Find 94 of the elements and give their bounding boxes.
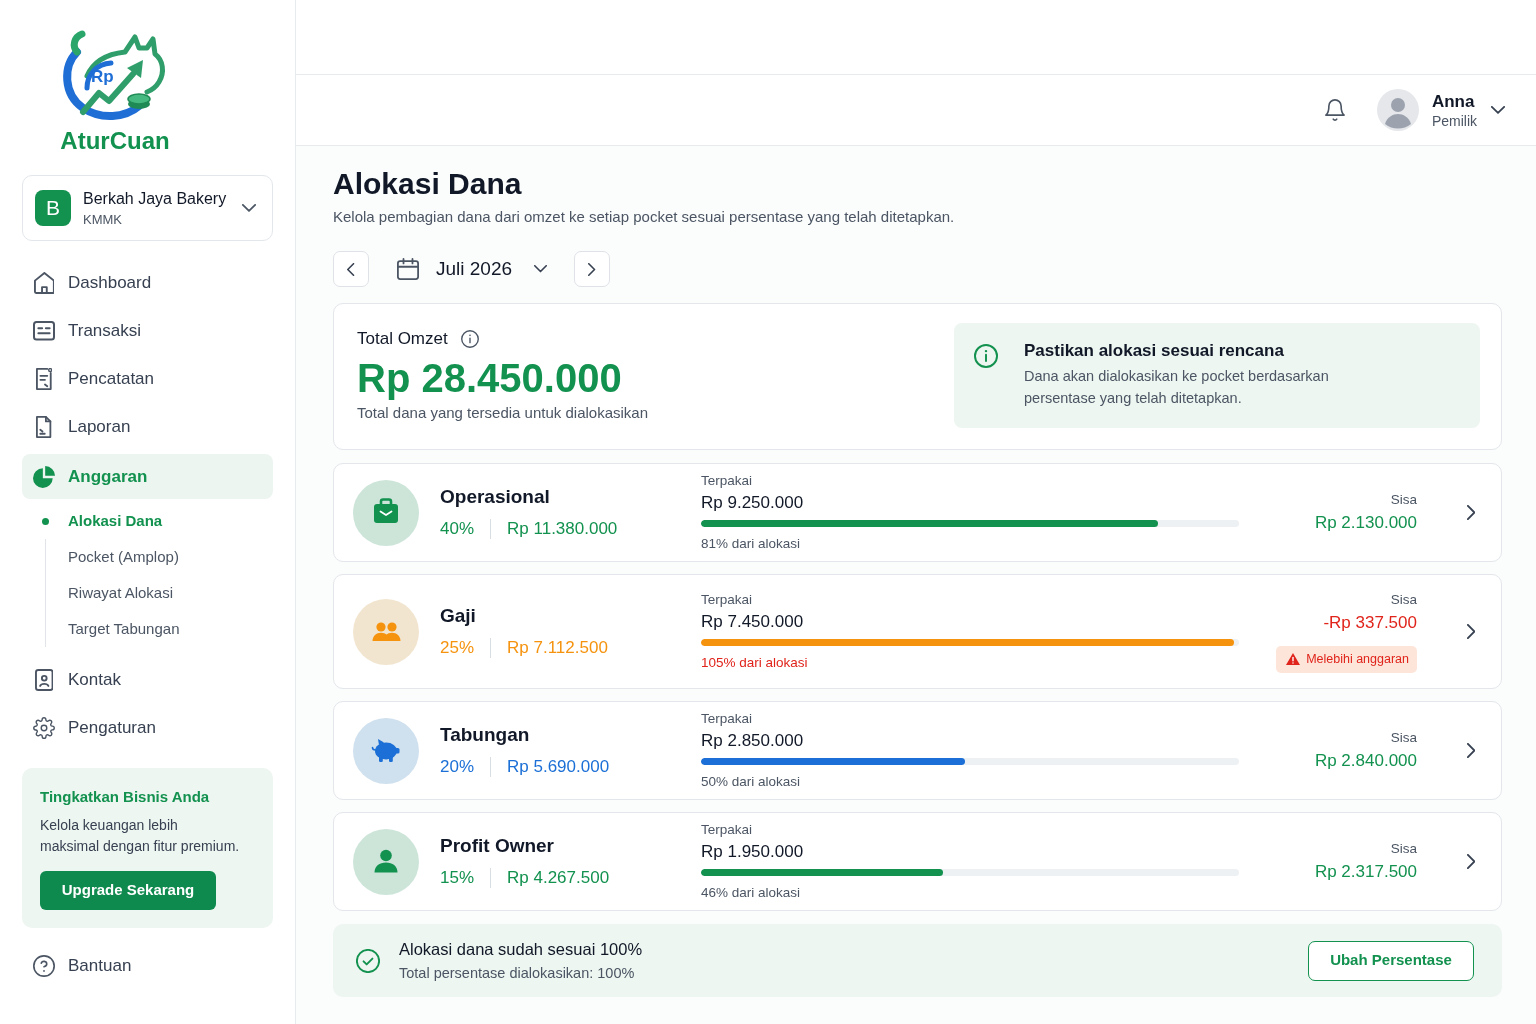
nav-item[interactable]: Transaksi <box>22 307 273 355</box>
remaining-label: Sisa <box>1389 840 1417 858</box>
used-label: Terpakai <box>701 710 754 728</box>
caret-icon[interactable] <box>1491 106 1505 114</box>
pocket-percent: 40% <box>440 518 475 540</box>
used-amount: Rp 9.250.000 <box>701 492 805 514</box>
status-text: Total persentase dialokasikan: 100% <box>399 963 636 983</box>
bell-icon[interactable] <box>1324 99 1345 121</box>
settings-icon <box>33 717 55 739</box>
used-label: Terpakai <box>701 591 754 609</box>
remaining-amount: Rp 2.840.000 <box>1313 750 1417 772</box>
business-initial: B <box>35 190 71 226</box>
subnav-item[interactable]: Pocket (Amplop) <box>45 539 273 575</box>
pocket-allocation: Rp 7.112.500 <box>507 637 608 659</box>
pocket-percent: 25% <box>440 637 475 659</box>
active-dot-icon <box>42 517 49 525</box>
chevron-right-icon <box>588 262 596 276</box>
subnav-item[interactable]: Target Tabungan <box>45 611 273 647</box>
used-amount: Rp 7.450.000 <box>701 611 805 633</box>
chevron-right-icon[interactable] <box>1467 854 1476 869</box>
nav-item[interactable]: Laporan <box>22 403 273 451</box>
caret-icon[interactable] <box>242 204 256 212</box>
remaining-label: Sisa <box>1389 491 1417 509</box>
remaining-label: Sisa <box>1389 729 1417 747</box>
summary-caption: Total dana yang tersedia untuk dialokasikan <box>357 403 649 423</box>
nav-item[interactable]: Kontak <box>22 656 273 704</box>
help-icon <box>33 955 55 977</box>
page-title: Alokasi Dana <box>333 166 523 202</box>
business-type: KMMK <box>83 210 123 228</box>
nav-item[interactable]: Pengaturan <box>22 704 273 752</box>
info-icon[interactable] <box>460 330 479 348</box>
upgrade-text: Kelola keuangan lebih maksimal dengan fitur premium. <box>40 816 240 856</box>
warning-icon <box>1286 653 1301 665</box>
pocket-name: Gaji <box>440 604 477 628</box>
chevron-right-icon[interactable] <box>1467 624 1476 639</box>
pocket-name: Tabungan <box>440 723 531 747</box>
remaining-amount: -Rp 337.500 <box>1322 611 1417 634</box>
person-icon <box>353 828 419 895</box>
home-icon <box>33 272 55 294</box>
user-role: Pemilik <box>1431 111 1477 130</box>
used-label: Terpakai <box>701 821 754 839</box>
piggy-bank-icon <box>353 717 419 784</box>
edit-percentage-button[interactable]: Ubah Persentase <box>1308 940 1474 981</box>
used-label: Terpakai <box>701 472 754 490</box>
briefcase-icon <box>353 479 419 546</box>
chevron-right-icon[interactable] <box>1467 743 1476 758</box>
calendar-icon <box>397 258 419 280</box>
user-name: Anna <box>1431 90 1476 112</box>
notice-text: Dana akan dialokasikan ke pocket berdasarkan persentase yang telah ditetapkan. <box>1024 367 1330 408</box>
subnav-item[interactable]: Riwayat Alokasi <box>45 575 273 611</box>
pocket-name: Operasional <box>440 485 551 509</box>
notice-title: Pastikan alokasi sesuai rencana <box>1024 340 1285 362</box>
page-subtitle: Kelola pembagian dana dari omzet ke setiap pocket sesuai persentase yang telah ditetapkan. <box>333 207 956 227</box>
contact-icon <box>34 669 54 691</box>
pocket-percent: 20% <box>440 756 475 778</box>
pocket-allocation: Rp 11.380.000 <box>507 518 618 540</box>
pocket-allocation: Rp 5.690.000 <box>507 756 610 778</box>
nav-item[interactable]: Pencatatan <box>22 355 273 403</box>
usage-caption: 105% dari alokasi <box>701 654 809 672</box>
remaining-label: Sisa <box>1389 590 1417 609</box>
used-amount: Rp 1.950.000 <box>701 841 805 863</box>
month-dropdown[interactable]: Juli 2026 <box>397 251 548 287</box>
warning-text: Melebihi anggaran <box>1306 650 1409 668</box>
help-link[interactable]: Bantuan <box>22 942 273 990</box>
caret-icon <box>534 265 548 273</box>
chevron-right-icon[interactable] <box>1467 505 1476 520</box>
summary-label: Total Omzet <box>357 328 448 350</box>
people-icon <box>353 598 419 665</box>
subnav-item[interactable]: Alokasi Dana <box>45 503 273 539</box>
usage-caption: 81% dari alokasi <box>701 535 802 553</box>
brand-name: AturCuan <box>60 127 170 155</box>
nav-item[interactable]: Anggaran <box>22 454 273 499</box>
pie-chart-icon <box>33 465 55 488</box>
upgrade-button[interactable]: Upgrade Sekarang <box>40 871 216 910</box>
list-icon <box>33 321 55 341</box>
status-title: Alokasi dana sudah sesuai 100% <box>399 938 643 960</box>
summary-amount: Rp 28.450.000 <box>357 355 623 401</box>
business-switcher[interactable]: B Berkah Jaya Bakery KMMK <box>22 175 273 241</box>
used-amount: Rp 2.850.000 <box>701 730 805 752</box>
pocket-percent: 15% <box>440 867 475 889</box>
upgrade-title: Tingkatkan Bisnis Anda <box>40 787 211 807</box>
nav-item[interactable]: Dashboard <box>22 259 273 307</box>
next-month-button[interactable] <box>574 251 611 287</box>
chevron-left-icon <box>347 262 355 276</box>
remaining-amount: Rp 2.317.500 <box>1313 861 1417 883</box>
usage-caption: 50% dari alokasi <box>701 773 802 791</box>
usage-caption: 46% dari alokasi <box>701 884 802 902</box>
business-name: Berkah Jaya Bakery <box>83 188 227 209</box>
info-icon <box>974 344 998 368</box>
document-icon <box>36 416 52 438</box>
remaining-amount: Rp 2.130.000 <box>1313 512 1417 534</box>
pocket-allocation: Rp 4.267.500 <box>507 867 610 889</box>
pocket-name: Profit Owner <box>440 834 555 858</box>
notepad-icon <box>35 368 53 390</box>
